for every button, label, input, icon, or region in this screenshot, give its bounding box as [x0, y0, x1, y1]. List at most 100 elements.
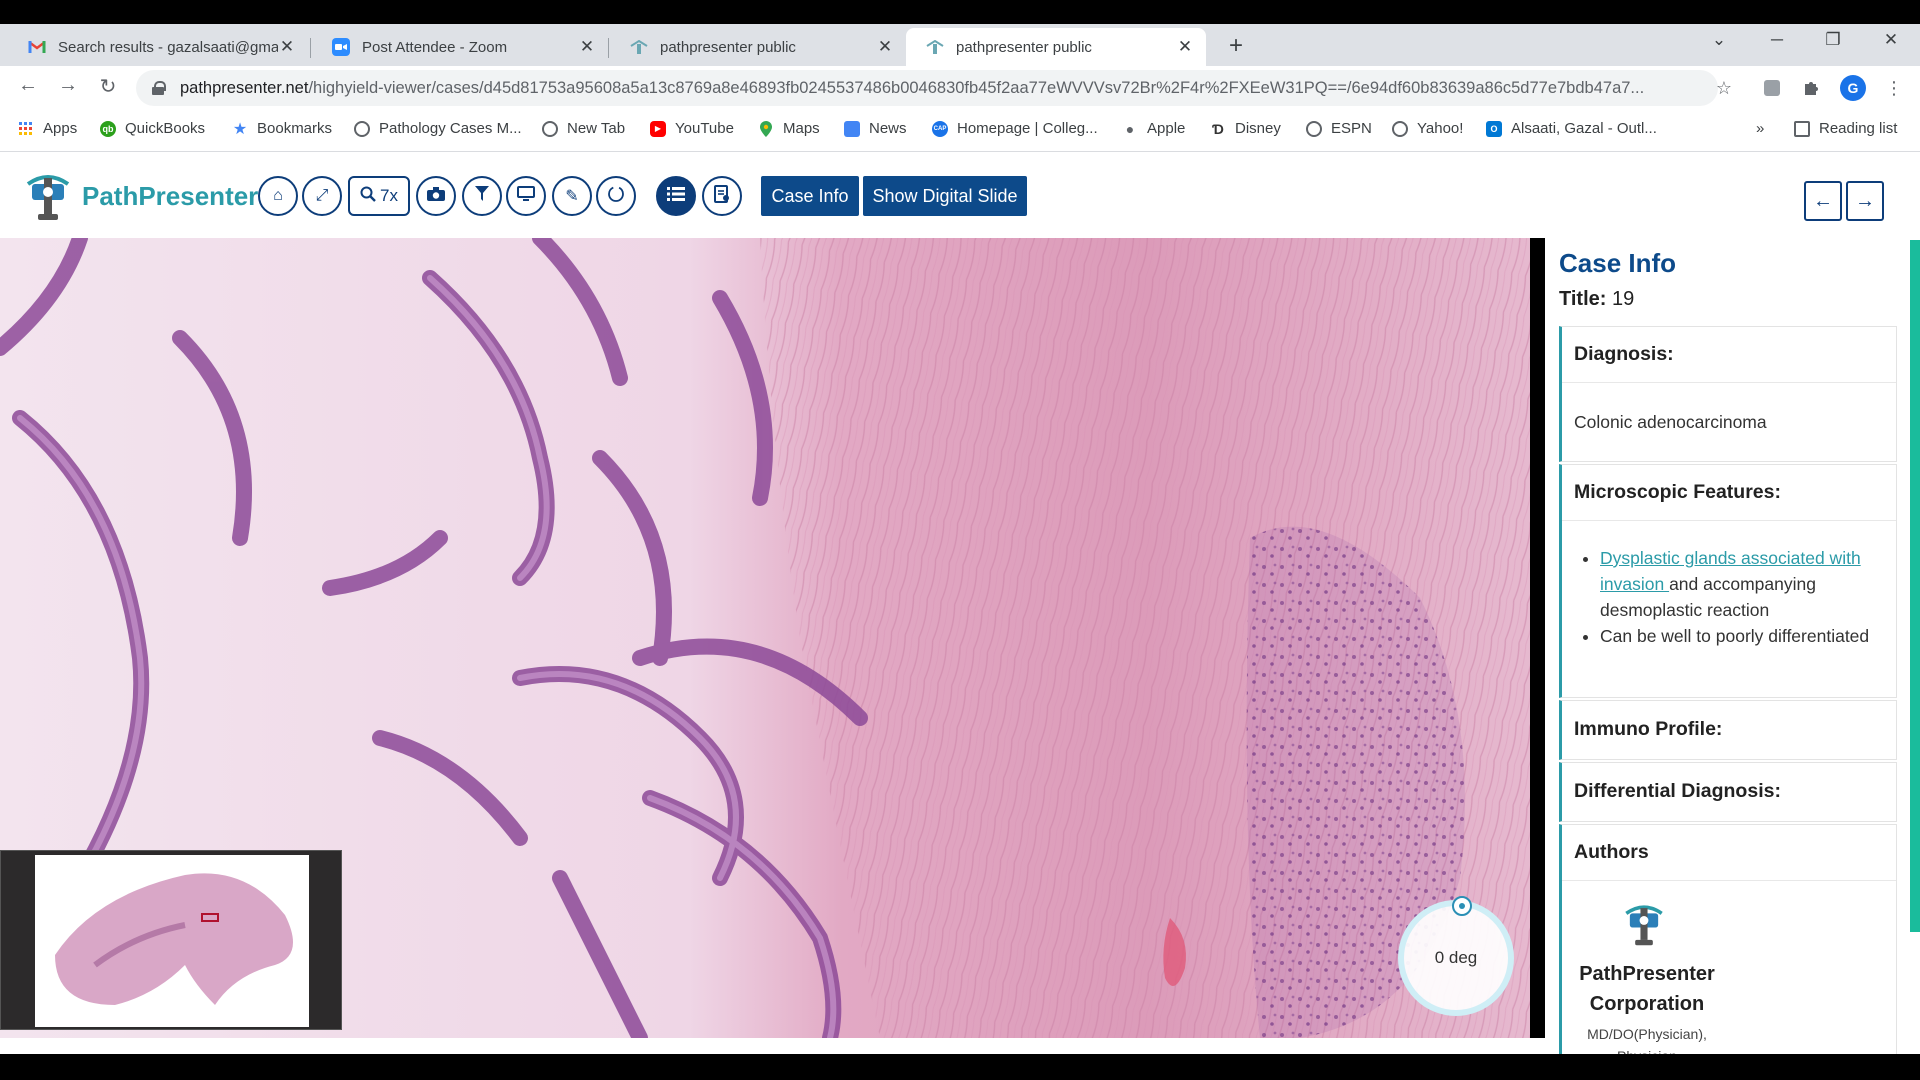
bookmark-homepage-college[interactable]: CAP Homepage | Colleg...: [932, 120, 1098, 137]
browser-toolbar: ← → ↻ pathpresenter.net/highyield-viewer…: [0, 66, 1920, 110]
back-icon[interactable]: ←: [14, 74, 42, 97]
microscopic-features-header: Microscopic Features:: [1562, 465, 1896, 521]
close-icon[interactable]: ✕: [278, 37, 296, 57]
bookmark-outlook[interactable]: O Alsaati, Gazal - Outl...: [1486, 120, 1657, 137]
minimize-icon[interactable]: ─: [1762, 30, 1792, 50]
home-button[interactable]: ⌂: [258, 176, 298, 216]
bookmark-quickbooks[interactable]: qb QuickBooks: [100, 120, 205, 137]
app-header: PathPresenter ⌂ ⤢ 7x ✎ Case Info Show Di…: [0, 152, 1920, 238]
bookmark-pathology-cases[interactable]: Pathology Cases M...: [354, 120, 522, 137]
tab-label: pathpresenter public: [956, 38, 1092, 56]
immuno-profile-header: Immuno Profile:: [1574, 717, 1723, 740]
bookmarks-overflow[interactable]: »: [1756, 120, 1764, 137]
gmail-icon: [28, 38, 46, 56]
minimap-thumbnail[interactable]: [35, 855, 309, 1027]
next-case-button[interactable]: →: [1846, 181, 1884, 221]
tab-separator: [310, 38, 311, 58]
differential-diagnosis-header: Differential Diagnosis:: [1574, 779, 1781, 802]
bookmark-yahoo[interactable]: Yahoo!: [1392, 120, 1463, 137]
list-item: Dysplastic glands associated with invasi…: [1600, 545, 1884, 623]
minimap-viewport-box[interactable]: [201, 913, 219, 922]
apple-icon: ●: [1125, 120, 1135, 137]
panel-heading: Case Info: [1559, 248, 1677, 278]
bookmark-espn[interactable]: ESPN: [1306, 120, 1372, 137]
tab-search-icon[interactable]: ⌄: [1704, 30, 1734, 50]
menu-dots-icon[interactable]: ⋮: [1882, 76, 1906, 100]
globe-icon: [1392, 120, 1408, 137]
tab-label: Search results - gazalsaati@gmail.com: [58, 38, 278, 56]
author-role: MD/DO(Physician), Physician: [1587, 1026, 1707, 1054]
bookmark-disney[interactable]: Ɗ Disney: [1210, 120, 1281, 137]
bookmark-news[interactable]: News: [844, 120, 907, 137]
tab-zoom[interactable]: Post Attendee - Zoom ✕: [312, 28, 608, 66]
url-text[interactable]: pathpresenter.net/highyield-viewer/cases…: [180, 79, 1690, 98]
author-name: PathPresenter Corporation: [1579, 963, 1715, 1015]
profile-avatar[interactable]: G: [1840, 75, 1866, 101]
lock-icon: [152, 81, 166, 95]
bookmark-star-icon[interactable]: ☆: [1712, 76, 1736, 100]
microscopic-features-list: Dysplastic glands associated with invasi…: [1574, 545, 1884, 649]
previous-case-button[interactable]: ←: [1804, 181, 1842, 221]
extension-icon[interactable]: [1760, 76, 1784, 100]
tab-separator: [608, 38, 609, 58]
slide-viewer[interactable]: 0 deg: [0, 238, 1530, 1038]
magnify-icon: [360, 186, 376, 207]
forward-icon[interactable]: →: [54, 74, 82, 97]
bookmark-bookmarks[interactable]: ★ Bookmarks: [232, 120, 332, 138]
immuno-profile-card[interactable]: Immuno Profile:: [1559, 700, 1897, 760]
differential-diagnosis-card[interactable]: Differential Diagnosis:: [1559, 762, 1897, 822]
authors-header: Authors: [1562, 825, 1896, 881]
close-icon[interactable]: ✕: [1176, 37, 1194, 57]
screenshot-button[interactable]: [416, 176, 456, 216]
reload-icon[interactable]: ↻: [94, 74, 122, 99]
arrow-left-icon: ←: [1813, 189, 1833, 212]
bookmark-apps[interactable]: Apps: [18, 120, 77, 137]
minimap-navigator[interactable]: [0, 850, 342, 1030]
microscope-logo-icon: [24, 170, 72, 222]
reading-list[interactable]: Reading list: [1794, 120, 1897, 137]
brand-name: PathPresenter: [82, 180, 259, 211]
case-list-button[interactable]: [656, 176, 696, 216]
globe-icon: [354, 120, 370, 137]
rotate-icon: [606, 184, 626, 209]
bookmark-apple[interactable]: ● Apple: [1122, 120, 1186, 137]
bookmark-maps[interactable]: Maps: [758, 120, 820, 137]
close-icon[interactable]: ✕: [876, 37, 894, 57]
disney-icon: Ɗ: [1212, 120, 1224, 137]
zoom-icon: [332, 38, 350, 56]
zoom-button[interactable]: 7x: [348, 176, 410, 216]
panel-scrollbar[interactable]: [1910, 240, 1920, 932]
outlook-icon: O: [1486, 120, 1502, 137]
tab-gmail[interactable]: Search results - gazalsaati@gmail.com ✕: [8, 28, 308, 66]
close-icon[interactable]: ✕: [578, 37, 596, 57]
cap-icon: CAP: [932, 120, 948, 137]
filter-icon: [475, 185, 489, 207]
list-icon: [667, 186, 685, 206]
extensions-puzzle-icon[interactable]: [1800, 76, 1824, 100]
address-bar[interactable]: pathpresenter.net/highyield-viewer/cases…: [136, 70, 1718, 106]
rotation-handle[interactable]: [1452, 896, 1472, 916]
slide-info-button[interactable]: [702, 176, 742, 216]
diagnosis-value: Colonic adenocarcinoma: [1574, 412, 1767, 432]
bookmark-youtube[interactable]: ▶ YouTube: [650, 120, 734, 137]
tab-pathpresenter-1[interactable]: pathpresenter public ✕: [610, 28, 906, 66]
rotation-dial[interactable]: 0 deg: [1398, 896, 1514, 1016]
new-tab-button[interactable]: +: [1222, 32, 1250, 60]
rotate-button[interactable]: [596, 176, 636, 216]
pathpresenter-logo[interactable]: PathPresenter: [24, 170, 258, 222]
case-info-button[interactable]: Case Info: [761, 176, 859, 216]
bookmark-new-tab[interactable]: New Tab: [542, 120, 625, 137]
pencil-icon: ✎: [565, 188, 579, 205]
restore-icon[interactable]: ❐: [1818, 30, 1848, 50]
author-logo-icon: [1622, 901, 1666, 947]
filter-button[interactable]: [462, 176, 502, 216]
home-icon: ⌂: [273, 187, 283, 204]
news-icon: [844, 120, 860, 137]
show-digital-slide-button[interactable]: Show Digital Slide: [863, 176, 1027, 216]
close-window-icon[interactable]: ✕: [1876, 30, 1906, 50]
annotate-button[interactable]: ✎: [552, 176, 592, 216]
tab-pathpresenter-2[interactable]: pathpresenter public ✕: [906, 28, 1206, 66]
presentation-button[interactable]: [506, 176, 546, 216]
fullscreen-button[interactable]: ⤢: [302, 176, 342, 216]
diagnosis-card: Diagnosis: Colonic adenocarcinoma: [1559, 326, 1897, 462]
